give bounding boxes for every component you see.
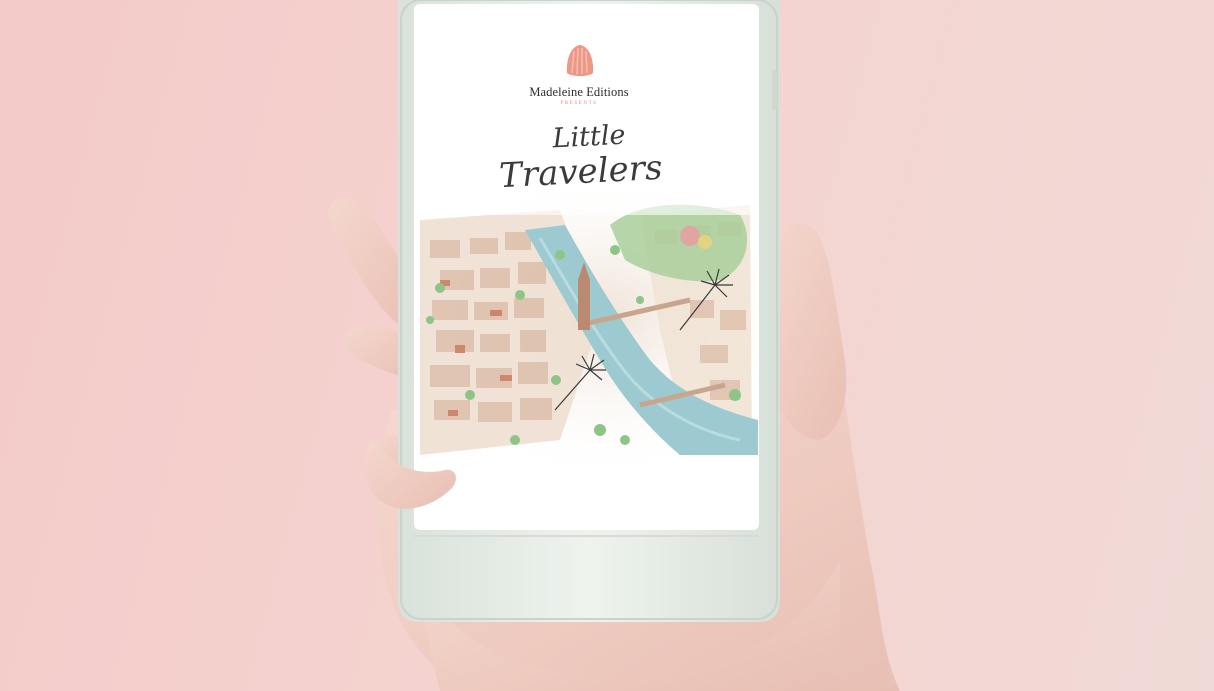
brand-subtitle: PRESENTS	[560, 101, 598, 106]
phone-screen	[414, 4, 759, 530]
photo-scene: Madeleine Editions PRESENTS Little Trave…	[0, 0, 1214, 691]
app-title: Little Travelers	[468, 118, 691, 197]
app-title-line2: Travelers	[498, 147, 664, 197]
brand-name: Madeleine Editions	[529, 85, 629, 99]
